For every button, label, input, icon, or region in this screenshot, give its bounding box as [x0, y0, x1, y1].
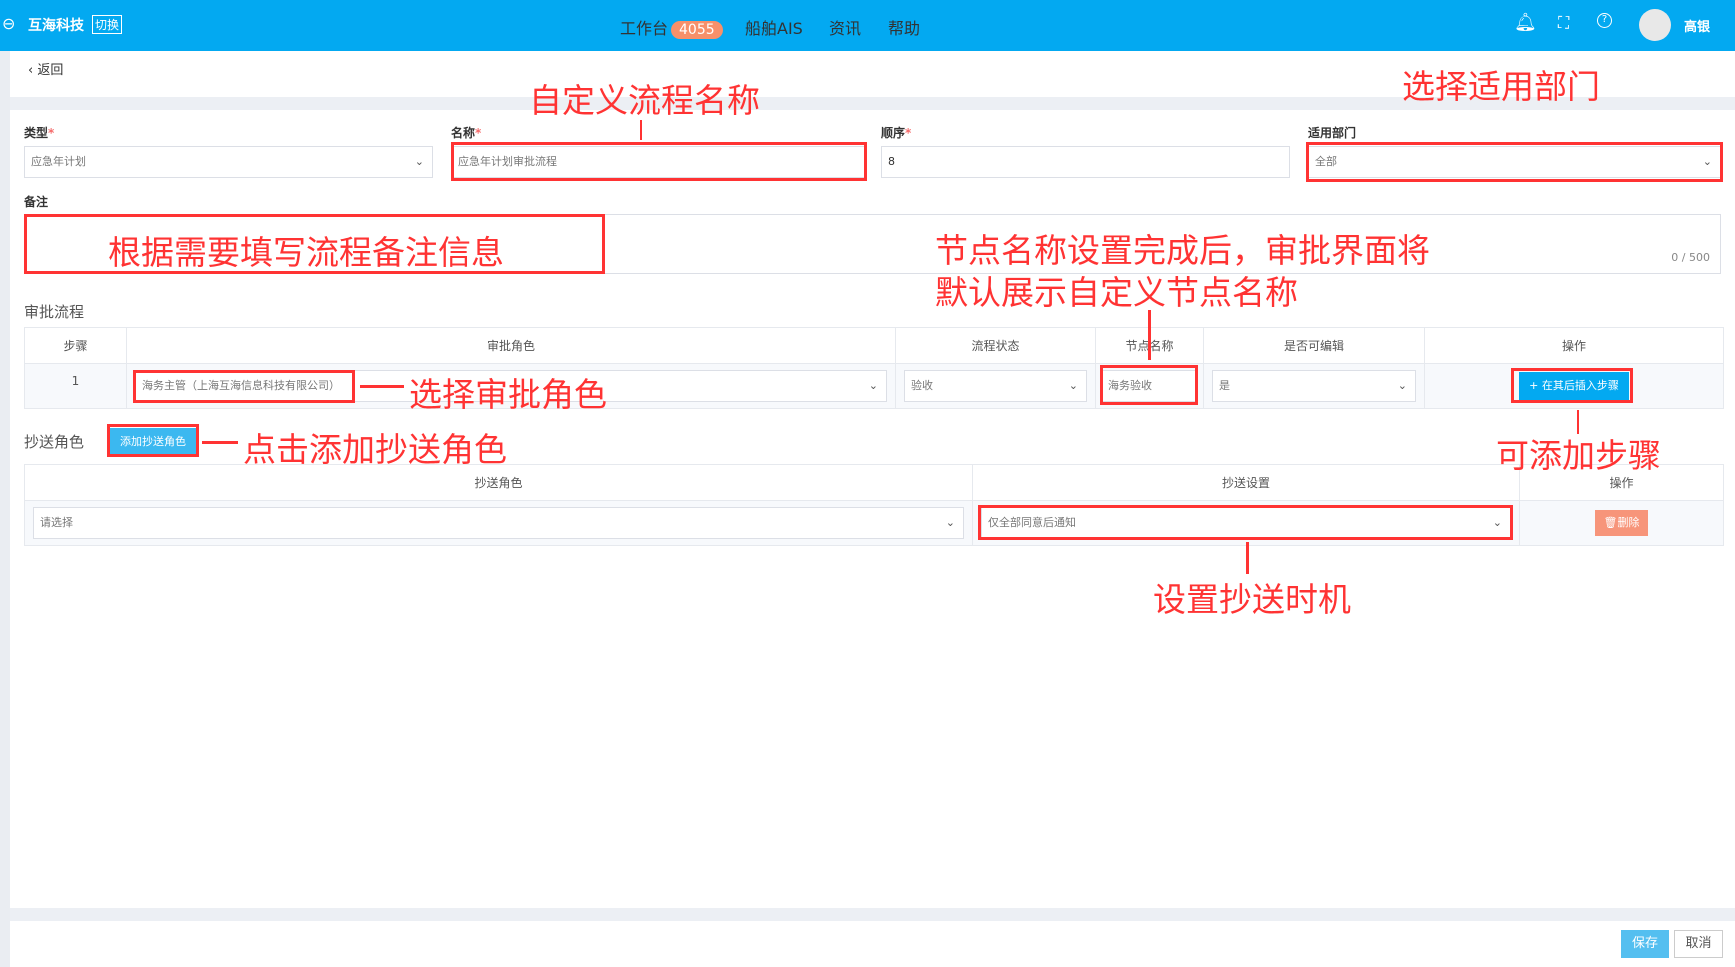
- type-label: 类型*: [24, 126, 55, 140]
- copy-role-select[interactable]: 请选择 ⌄: [33, 507, 964, 539]
- editable-select[interactable]: 是 ⌄: [1212, 370, 1416, 402]
- delete-button[interactable]: 🗑︎删除: [1595, 510, 1648, 536]
- highlight-box: [1100, 365, 1198, 405]
- annotation-name: 自定义流程名称: [529, 81, 760, 120]
- arrow-up-icon: [640, 120, 642, 140]
- dept-label: 适用部门: [1308, 126, 1357, 140]
- back-circle-icon[interactable]: ⊖: [2, 14, 15, 33]
- order-input[interactable]: 8: [881, 146, 1290, 178]
- order-label: 顺序*: [881, 126, 912, 140]
- col-copy-setting: 抄送设置: [972, 464, 1520, 501]
- back-link[interactable]: ‹ 返回: [28, 59, 63, 78]
- annotation-node-line1: 节点名称设置完成后，审批界面将: [935, 231, 1430, 270]
- arrow-right-icon: [202, 441, 238, 444]
- annotation-remark: 根据需要填写流程备注信息: [108, 233, 504, 272]
- col-step: 步骤: [24, 327, 127, 364]
- arrow-down-icon: [1577, 410, 1579, 434]
- highlight-box: [107, 424, 199, 457]
- highlight-box: [978, 505, 1513, 540]
- arrow-up-icon: [1148, 310, 1151, 360]
- annotation-timing: 设置抄送时机: [1153, 580, 1351, 619]
- cancel-button[interactable]: 取消: [1674, 930, 1723, 958]
- name-label: 名称*: [451, 126, 482, 140]
- nav-workbench[interactable]: 工作台 4055: [620, 15, 723, 39]
- annotation-step: 可添加步骤: [1496, 436, 1661, 475]
- arrow-down-icon: [1246, 542, 1249, 574]
- count-badge: 4055: [671, 21, 723, 39]
- nav-help[interactable]: 帮助: [888, 15, 920, 39]
- back-label: 返回: [37, 63, 64, 78]
- col-status: 流程状态: [895, 327, 1096, 364]
- chevron-down-icon: ⌄: [868, 379, 878, 392]
- chevron-down-icon: ⌄: [1397, 379, 1407, 392]
- bell-icon[interactable]: 🔔︎: [1514, 12, 1537, 33]
- char-counter: 0 / 500: [1671, 251, 1710, 264]
- fullscreen-icon[interactable]: ⛶: [1558, 13, 1569, 33]
- copy-title: 抄送角色: [24, 433, 85, 451]
- trash-icon: 🗑︎: [1603, 516, 1618, 529]
- chevron-down-icon: ⌄: [1068, 379, 1078, 392]
- approval-title: 审批流程: [24, 303, 85, 321]
- nav-ais[interactable]: 船舶AIS: [745, 15, 803, 39]
- save-button[interactable]: 保存: [1621, 930, 1669, 958]
- top-header: ⊖ 互海科技 切换 工作台 4055 船舶AIS 资讯 帮助 🔔︎ ⛶ ? 高银: [0, 0, 1735, 51]
- annotation-node-line2: 默认展示自定义节点名称: [935, 273, 1298, 312]
- type-select[interactable]: 应急年计划 ⌄: [24, 146, 433, 178]
- left-strip: [0, 51, 10, 967]
- user-name[interactable]: 高银: [1684, 16, 1710, 35]
- nav-news[interactable]: 资讯: [829, 15, 861, 39]
- annotation-dept: 选择适用部门: [1402, 67, 1600, 106]
- nav-label: 工作台: [620, 19, 669, 38]
- status-select[interactable]: 验收 ⌄: [904, 370, 1087, 402]
- highlight-box: [451, 142, 867, 181]
- step-number: 1: [24, 363, 127, 409]
- avatar[interactable]: [1639, 9, 1671, 41]
- chevron-down-icon: ⌄: [414, 155, 424, 168]
- brand-name: 互海科技: [28, 18, 84, 34]
- col-role: 审批角色: [126, 327, 896, 364]
- help-icon[interactable]: ?: [1597, 13, 1612, 28]
- highlight-box: [133, 370, 355, 403]
- highlight-box: [1306, 142, 1723, 182]
- divider: [10, 908, 1735, 921]
- col-action: 操作: [1424, 327, 1724, 364]
- chevron-down-icon: ⌄: [945, 516, 955, 529]
- annotation-role: 选择审批角色: [409, 375, 607, 414]
- annotation-copy: 点击添加抄送角色: [243, 430, 507, 469]
- highlight-box: [1511, 368, 1633, 403]
- remark-label: 备注: [24, 195, 49, 209]
- switch-link[interactable]: 切换: [92, 15, 123, 34]
- arrow-right-icon: [360, 385, 404, 388]
- col-editable: 是否可编辑: [1203, 327, 1425, 364]
